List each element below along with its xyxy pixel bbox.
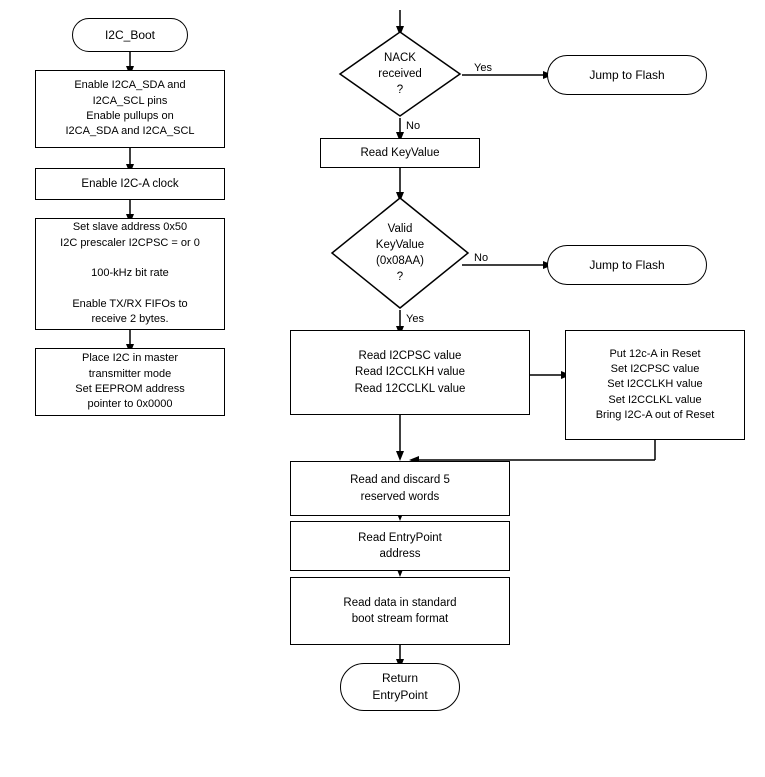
jump-to-flash-2: Jump to Flash xyxy=(547,245,707,285)
no-label-keyvalue: No xyxy=(472,252,490,264)
put-reset-box: Put 12c-A in Reset Set I2CPSC value Set … xyxy=(565,330,745,440)
flowchart-diagram: I2C_Boot Enable I2CA_SDA and I2CA_SCL pi… xyxy=(0,0,765,777)
place-i2c-master-box: Place I2C in master transmitter mode Set… xyxy=(35,348,225,416)
no-label-nack: No xyxy=(404,120,422,132)
enable-clock-box: Enable I2C-A clock xyxy=(35,168,225,200)
read-i2cpsc-box: Read I2CPSC value Read I2CCLKH value Rea… xyxy=(290,330,530,415)
valid-keyvalue-diamond: Valid KeyValue (0x08AA) ? xyxy=(330,196,470,310)
read-keyvalue-box: Read KeyValue xyxy=(320,138,480,168)
return-entrypoint-node: Return EntryPoint xyxy=(340,663,460,711)
yes-label-nack: Yes xyxy=(472,62,494,74)
read-discard-box: Read and discard 5 reserved words xyxy=(290,461,510,516)
jump-to-flash-1: Jump to Flash xyxy=(547,55,707,95)
read-entrypoint-box: Read EntryPoint address xyxy=(290,521,510,571)
yes-label-keyvalue: Yes xyxy=(404,313,426,325)
read-data-boot-box: Read data in standard boot stream format xyxy=(290,577,510,645)
enable-pins-box: Enable I2CA_SDA and I2CA_SCL pins Enable… xyxy=(35,70,225,148)
i2c-boot-node: I2C_Boot xyxy=(72,18,188,52)
nack-diamond: NACK received ? xyxy=(338,30,462,118)
set-slave-address-box: Set slave address 0x50 I2C prescaler I2C… xyxy=(35,218,225,330)
